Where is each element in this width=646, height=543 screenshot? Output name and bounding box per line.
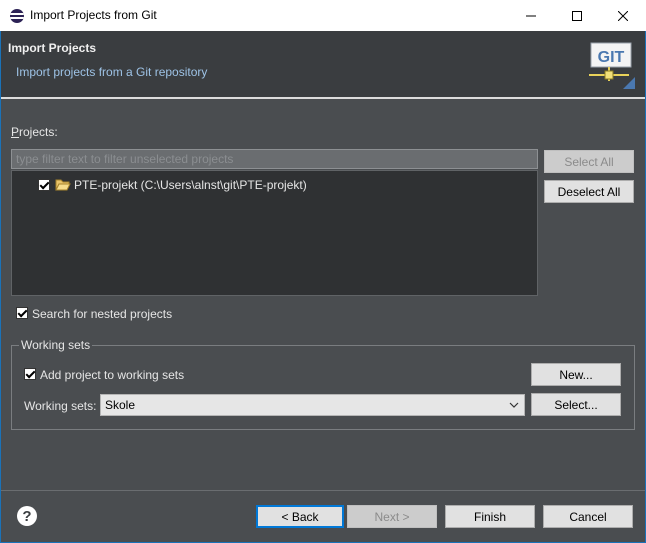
git-logo-icon: GIT: [589, 42, 635, 89]
project-filter-field[interactable]: [11, 149, 538, 169]
add-to-working-sets-label: Add project to working sets: [40, 368, 185, 382]
close-button[interactable]: [600, 0, 646, 31]
cancel-button[interactable]: Cancel: [543, 505, 633, 528]
tree-row[interactable]: PTE-projekt (C:\Users\alnst\git\PTE-proj…: [12, 176, 537, 194]
projects-label: Projects:: [11, 125, 58, 139]
deselect-all-button[interactable]: Deselect All: [544, 180, 634, 203]
eclipse-icon: [10, 9, 24, 23]
back-button[interactable]: < Back: [256, 505, 344, 528]
search-nested-checkbox[interactable]: [16, 307, 28, 319]
maximize-icon: [572, 10, 582, 21]
git-logo-text: GIT: [598, 49, 625, 66]
header-divider: [1, 97, 645, 99]
wizard-header: Import Projects Import projects from a G…: [1, 31, 645, 97]
project-filter-input[interactable]: [12, 150, 537, 168]
window-title: Import Projects from Git: [30, 8, 157, 22]
working-sets-group-title: Working sets: [19, 338, 93, 352]
help-icon[interactable]: ?: [17, 506, 37, 526]
maximize-button[interactable]: [554, 0, 600, 31]
add-to-working-sets-checkbox[interactable]: [24, 368, 36, 380]
search-nested-label: Search for nested projects: [32, 307, 173, 321]
working-sets-label: Working sets:: [24, 399, 97, 413]
finish-button[interactable]: Finish: [445, 505, 535, 528]
project-checkbox[interactable]: [38, 179, 50, 191]
footer-divider: [1, 490, 645, 491]
next-button[interactable]: Next >: [347, 505, 437, 528]
title-bar: Import Projects from Git: [0, 0, 646, 31]
projects-label-text: rojects:: [19, 125, 58, 139]
chevron-down-icon: [509, 402, 519, 408]
open-folder-icon: [55, 179, 71, 191]
select-all-button[interactable]: Select All: [544, 150, 634, 173]
page-title: Import Projects: [8, 41, 97, 55]
working-sets-combo[interactable]: Skole: [100, 394, 525, 416]
page-subtitle: Import projects from a Git repository: [16, 65, 208, 79]
new-working-set-button[interactable]: New...: [531, 363, 621, 386]
minimize-button[interactable]: [508, 0, 554, 31]
working-sets-group: [11, 345, 635, 430]
working-sets-value: Skole: [105, 398, 136, 412]
project-label: PTE-projekt (C:\Users\alnst\git\PTE-proj…: [74, 178, 307, 192]
close-icon: [618, 10, 628, 21]
select-working-sets-button[interactable]: Select...: [531, 393, 621, 416]
minimize-icon: [526, 15, 536, 16]
project-tree[interactable]: PTE-projekt (C:\Users\alnst\git\PTE-proj…: [11, 170, 538, 296]
